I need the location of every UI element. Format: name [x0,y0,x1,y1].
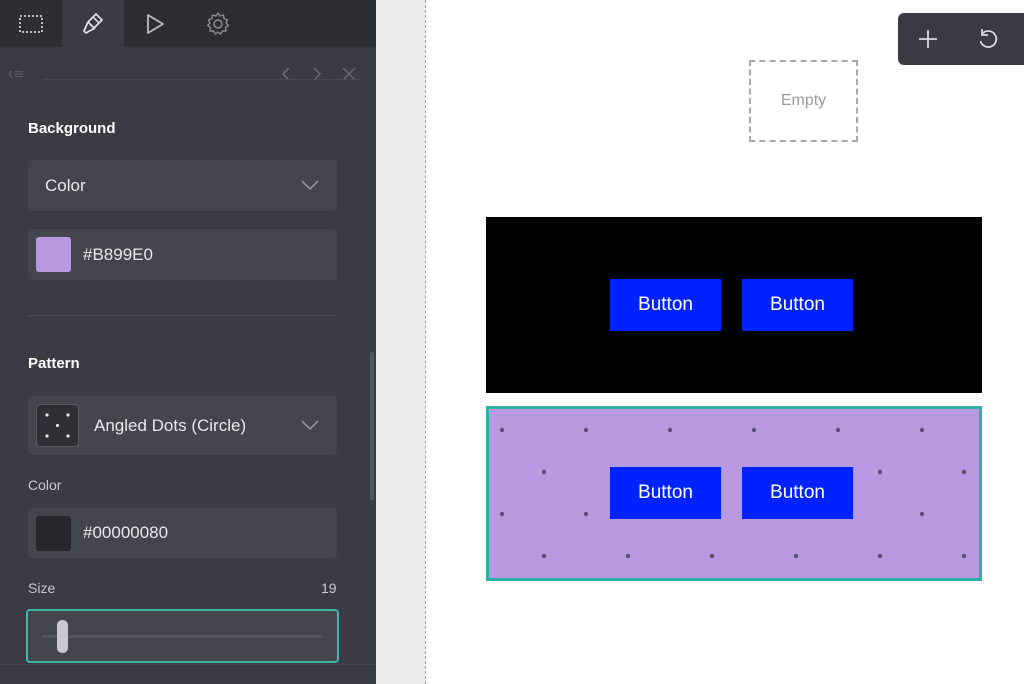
slider-track [42,635,323,638]
undo-icon [979,29,998,48]
floating-toolbar [898,13,1024,65]
play-icon [147,13,164,34]
empty-placeholder[interactable]: Empty [749,60,858,142]
pattern-color-field[interactable]: #00000080 [28,508,337,558]
panel-bottom-divider [0,664,376,665]
background-type-select[interactable]: Color [28,160,337,211]
panel-scrollbar[interactable] [370,352,374,500]
close-panel-button[interactable] [339,64,359,84]
section-divider [28,315,337,316]
background-color-swatch[interactable] [36,237,71,272]
pattern-color-value: #00000080 [83,523,169,542]
chevron-down-icon [301,180,319,191]
panel-toolbar [0,0,376,47]
background-section-title: Background [28,120,116,137]
canvas-gutter [376,0,425,684]
panel-subbar [0,60,376,86]
purple-pattern-section[interactable]: Button Button [486,406,982,581]
plus-icon [919,30,937,48]
tab-settings[interactable] [187,0,249,47]
pattern-color-swatch[interactable] [36,516,71,551]
next-button[interactable] [307,64,327,84]
background-type-value: Color [45,176,86,195]
pattern-select-value: Angled Dots (Circle) [94,416,247,435]
pattern-size-slider[interactable] [26,609,339,663]
chevron-down-icon [301,420,319,431]
brush-icon [83,12,103,34]
pattern-size-value: 19 [321,580,337,596]
add-button[interactable] [911,23,945,55]
back-list-icon [8,70,24,78]
empty-placeholder-label: Empty [780,92,827,109]
black-section[interactable]: Button Button [486,217,982,393]
subbar-divider [44,79,360,80]
angled-dots-pattern-icon [36,404,79,447]
background-color-value: #B899E0 [83,245,153,264]
layers-menu-button[interactable] [8,64,28,84]
background-color-field[interactable]: #B899E0 [28,229,337,280]
black-section-button-2[interactable]: Button [742,279,853,331]
gear-icon [206,11,230,35]
angled-dots-pattern [499,427,967,559]
purple-section-button-2[interactable]: Button [742,467,853,519]
tab-preview[interactable] [124,0,186,47]
black-section-button-1[interactable]: Button [610,279,721,331]
purple-section-button-1[interactable]: Button [610,467,721,519]
pattern-section-title: Pattern [28,355,80,372]
properties-panel: Background Color #B899E0 Pattern Angled … [0,0,376,684]
pattern-select[interactable]: Angled Dots (Circle) [28,396,337,455]
select-icon [19,14,43,33]
pattern-color-label: Color [28,477,62,493]
tab-select[interactable] [0,0,62,47]
slider-thumb[interactable] [57,620,68,653]
tab-style[interactable] [62,0,124,47]
pattern-size-label: Size [28,580,56,596]
prev-button[interactable] [276,64,296,84]
undo-button[interactable] [971,23,1005,55]
